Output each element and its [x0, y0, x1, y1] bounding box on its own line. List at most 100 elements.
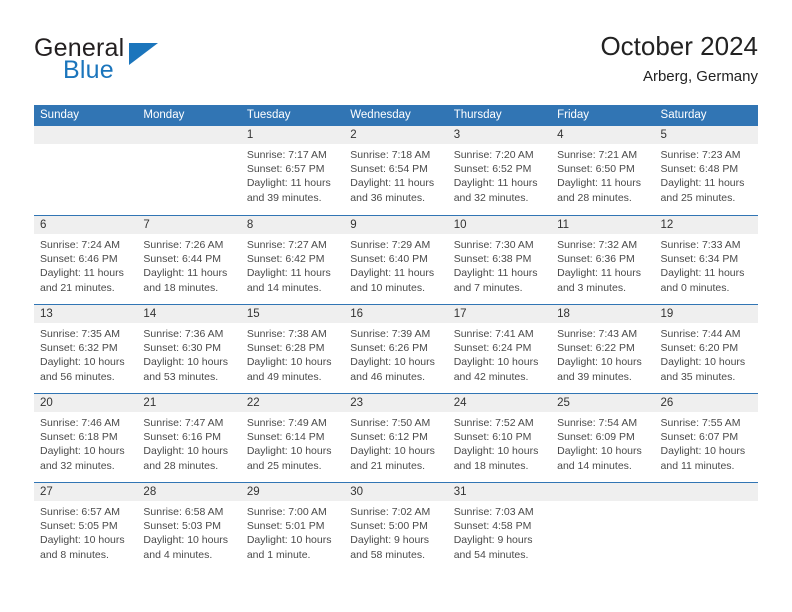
- calendar-day-cell[interactable]: 29 Sunrise: 7:00 AM Sunset: 5:01 PM Dayligh…: [240, 483, 345, 571]
- daylight-text-line1: Daylight: 10 hours: [557, 356, 642, 369]
- daylight-text-line2: and 3 minutes.: [557, 281, 626, 294]
- calendar-day-cell[interactable]: 12 Sunrise: 7:33 AM Sunset: 6:34 PM Dayligh…: [654, 216, 758, 304]
- calendar-day-cell[interactable]: 5 Sunrise: 7:23 AM Sunset: 6:48 PM Daylight…: [654, 126, 758, 215]
- daylight-text-line1: Daylight: 10 hours: [660, 356, 746, 369]
- sunrise-text: Sunrise: 7:21 AM: [557, 149, 638, 161]
- calendar-day-cell[interactable]: 11 Sunrise: 7:32 AM Sunset: 6:36 PM Dayligh…: [551, 216, 655, 304]
- daylight-text-line1: Daylight: 10 hours: [350, 445, 435, 458]
- sunrise-text: Sunrise: 7:30 AM: [453, 239, 534, 251]
- calendar-day-cell[interactable]: 1 Sunrise: 7:17 AM Sunset: 6:57 PM Daylight…: [240, 126, 345, 215]
- daylight-text-line1: Daylight: 10 hours: [40, 534, 125, 547]
- calendar-day-cell[interactable]: 8 Sunrise: 7:27 AM Sunset: 6:42 PM Daylight…: [240, 216, 345, 304]
- logo-text-blue: Blue: [63, 56, 114, 84]
- calendar-day-cell[interactable]: 15 Sunrise: 7:38 AM Sunset: 6:28 PM Dayligh…: [240, 305, 345, 393]
- day-number: 29: [240, 483, 345, 501]
- sunset-text: Sunset: 6:26 PM: [350, 342, 428, 355]
- day-number: 5: [654, 126, 758, 144]
- day-sun-info: Sunrise: 7:27 AM Sunset: 6:42 PM Daylight:…: [241, 234, 344, 295]
- sunset-text: Sunset: 6:54 PM: [350, 163, 428, 176]
- day-sun-info: Sunrise: 7:02 AM Sunset: 5:00 PM Daylight:…: [344, 501, 447, 562]
- calendar-day-cell[interactable]: 7 Sunrise: 7:26 AM Sunset: 6:44 PM Daylight…: [137, 216, 241, 304]
- sunrise-text: Sunrise: 7:36 AM: [143, 328, 224, 340]
- calendar-day-cell[interactable]: 26 Sunrise: 7:55 AM Sunset: 6:07 PM Dayligh…: [654, 394, 758, 482]
- day-number: 8: [240, 216, 345, 234]
- calendar-day-cell[interactable]: 10 Sunrise: 7:30 AM Sunset: 6:38 PM Dayligh…: [447, 216, 552, 304]
- calendar-day-cell[interactable]: 9 Sunrise: 7:29 AM Sunset: 6:40 PM Daylight…: [344, 216, 448, 304]
- daylight-text-line2: and 18 minutes.: [453, 459, 529, 472]
- day-number: 19: [654, 305, 758, 323]
- weekday-header-tuesday: Tuesday: [246, 109, 291, 121]
- daylight-text-line1: Daylight: 11 hours: [246, 177, 331, 190]
- sunset-text: Sunset: 6:28 PM: [246, 342, 325, 355]
- sunset-text: Sunset: 6:32 PM: [40, 342, 118, 355]
- daylight-text-line2: and 18 minutes.: [143, 281, 219, 294]
- day-sun-info: Sunrise: 7:47 AM Sunset: 6:16 PM Daylight:…: [137, 412, 240, 473]
- day-number: 6: [34, 216, 138, 234]
- daylight-text-line1: Daylight: 10 hours: [246, 445, 332, 458]
- sunset-text: Sunset: 5:05 PM: [40, 520, 118, 533]
- calendar-day-cell[interactable]: 31 Sunrise: 7:03 AM Sunset: 4:58 PM Dayligh…: [447, 483, 552, 571]
- sunset-text: Sunset: 6:52 PM: [453, 163, 532, 176]
- sunrise-text: Sunrise: 7:17 AM: [246, 149, 327, 161]
- weekday-header-monday: Monday: [143, 109, 185, 121]
- sunset-text: Sunset: 4:58 PM: [453, 520, 532, 533]
- calendar-day-cell-empty: [654, 483, 758, 571]
- day-sun-info: Sunrise: 7:17 AM Sunset: 6:57 PM Daylight:…: [241, 144, 344, 205]
- weekday-header-friday: Friday: [557, 109, 590, 121]
- sunrise-text: Sunrise: 7:29 AM: [350, 239, 431, 251]
- calendar-day-cell[interactable]: 18 Sunrise: 7:43 AM Sunset: 6:22 PM Dayligh…: [551, 305, 655, 393]
- calendar-day-cell[interactable]: 24 Sunrise: 7:52 AM Sunset: 6:10 PM Dayligh…: [447, 394, 552, 482]
- calendar-day-cell[interactable]: 13 Sunrise: 7:35 AM Sunset: 6:32 PM Dayligh…: [34, 305, 138, 393]
- calendar-day-cell[interactable]: 25 Sunrise: 7:54 AM Sunset: 6:09 PM Dayligh…: [551, 394, 655, 482]
- daylight-text-line2: and 32 minutes.: [40, 459, 115, 472]
- sunset-text: Sunset: 6:40 PM: [350, 253, 428, 266]
- day-number: [34, 126, 138, 144]
- page-header: General Blue October 2024 Arberg, German…: [0, 0, 792, 100]
- daylight-text-line2: and 58 minutes.: [350, 548, 425, 561]
- sunset-text: Sunset: 6:38 PM: [453, 253, 532, 266]
- daylight-text-line2: and 25 minutes.: [660, 191, 736, 204]
- calendar-day-cell[interactable]: 14 Sunrise: 7:36 AM Sunset: 6:30 PM Dayligh…: [137, 305, 241, 393]
- calendar-day-cell[interactable]: 28 Sunrise: 6:58 AM Sunset: 5:03 PM Dayligh…: [137, 483, 241, 571]
- day-sun-info: Sunrise: 7:44 AM Sunset: 6:20 PM Daylight:…: [655, 323, 758, 384]
- day-number: 10: [447, 216, 552, 234]
- calendar-day-cell[interactable]: 30 Sunrise: 7:02 AM Sunset: 5:00 PM Dayligh…: [344, 483, 448, 571]
- calendar-day-cell[interactable]: 17 Sunrise: 7:41 AM Sunset: 6:24 PM Dayligh…: [447, 305, 552, 393]
- day-sun-info: Sunrise: 7:38 AM Sunset: 6:28 PM Daylight:…: [241, 323, 344, 384]
- sunrise-text: Sunrise: 7:46 AM: [40, 417, 120, 429]
- calendar-day-cell[interactable]: 6 Sunrise: 7:24 AM Sunset: 6:46 PM Daylight…: [34, 216, 138, 304]
- calendar-day-cell[interactable]: 22 Sunrise: 7:49 AM Sunset: 6:14 PM Dayligh…: [240, 394, 345, 482]
- sunrise-text: Sunrise: 7:32 AM: [557, 239, 638, 251]
- calendar-day-cell[interactable]: 3 Sunrise: 7:20 AM Sunset: 6:52 PM Daylight…: [447, 126, 552, 215]
- sunset-text: Sunset: 6:12 PM: [350, 431, 428, 444]
- sunset-text: Sunset: 6:07 PM: [660, 431, 739, 444]
- calendar-day-cell[interactable]: 19 Sunrise: 7:44 AM Sunset: 6:20 PM Dayligh…: [654, 305, 758, 393]
- day-sun-info: Sunrise: 7:39 AM Sunset: 6:26 PM Daylight:…: [344, 323, 447, 384]
- daylight-text-line2: and 21 minutes.: [350, 459, 425, 472]
- calendar-day-cell[interactable]: 21 Sunrise: 7:47 AM Sunset: 6:16 PM Dayligh…: [137, 394, 241, 482]
- day-number: 30: [344, 483, 448, 501]
- sunset-text: Sunset: 6:30 PM: [143, 342, 222, 355]
- weekday-header-thursday: Thursday: [453, 109, 502, 121]
- daylight-text-line1: Daylight: 11 hours: [453, 177, 538, 190]
- day-sun-info: Sunrise: 7:43 AM Sunset: 6:22 PM Daylight:…: [551, 323, 654, 384]
- weekday-header-wednesday: Wednesday: [350, 109, 411, 121]
- sunset-text: Sunset: 5:03 PM: [143, 520, 222, 533]
- sunset-text: Sunset: 6:16 PM: [143, 431, 222, 444]
- calendar-day-cell[interactable]: 16 Sunrise: 7:39 AM Sunset: 6:26 PM Dayligh…: [344, 305, 448, 393]
- calendar-day-cell[interactable]: 23 Sunrise: 7:50 AM Sunset: 6:12 PM Dayligh…: [344, 394, 448, 482]
- daylight-text-line2: and 11 minutes.: [660, 459, 735, 472]
- calendar-day-cell[interactable]: 20 Sunrise: 7:46 AM Sunset: 6:18 PM Dayligh…: [34, 394, 138, 482]
- calendar-week-row: 6 Sunrise: 7:24 AM Sunset: 6:46 PM Daylight…: [34, 215, 758, 304]
- day-number: [551, 483, 655, 501]
- calendar-day-cell[interactable]: 2 Sunrise: 7:18 AM Sunset: 6:54 PM Daylight…: [344, 126, 448, 215]
- daylight-text-line2: and 7 minutes.: [453, 281, 523, 294]
- day-sun-info: Sunrise: 7:00 AM Sunset: 5:01 PM Daylight:…: [241, 501, 344, 562]
- day-sun-info: Sunrise: 7:35 AM Sunset: 6:32 PM Daylight:…: [34, 323, 137, 384]
- sunrise-text: Sunrise: 7:55 AM: [660, 417, 741, 429]
- calendar-day-cell[interactable]: 27 Sunrise: 6:57 AM Sunset: 5:05 PM Dayligh…: [34, 483, 138, 571]
- day-number: 31: [447, 483, 552, 501]
- calendar-day-cell[interactable]: 4 Sunrise: 7:21 AM Sunset: 6:50 PM Daylight…: [551, 126, 655, 215]
- sunrise-text: Sunrise: 7:27 AM: [246, 239, 327, 251]
- daylight-text-line2: and 35 minutes.: [660, 370, 736, 383]
